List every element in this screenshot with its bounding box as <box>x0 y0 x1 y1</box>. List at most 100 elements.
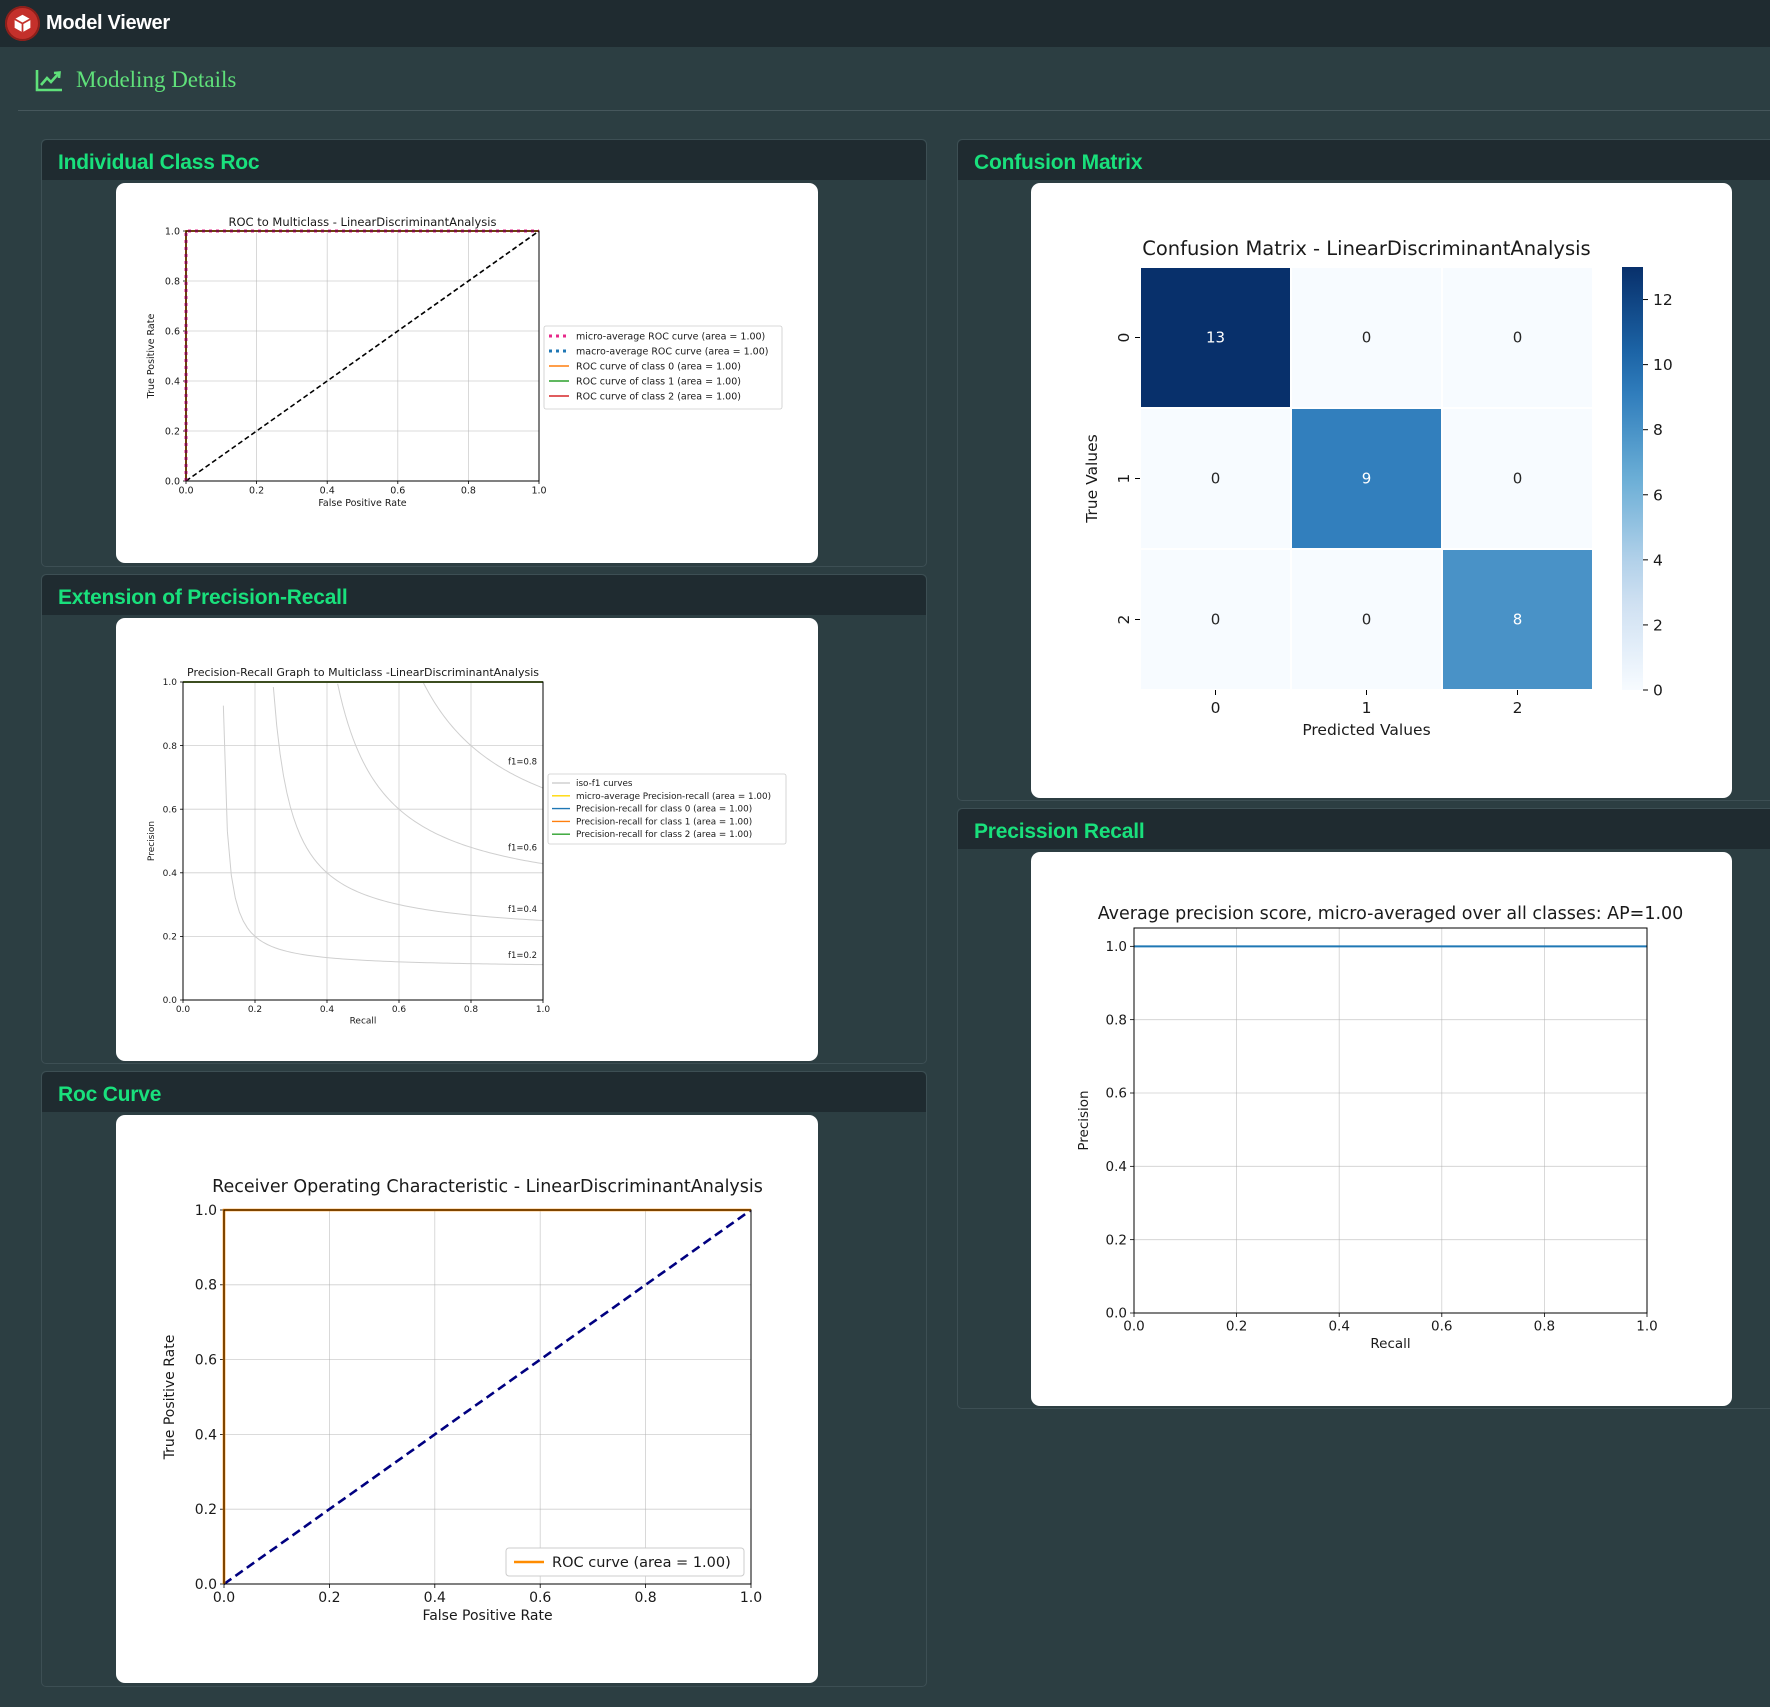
y-tick-label: 0.6 <box>165 326 180 337</box>
page-title: Modeling Details <box>76 67 237 92</box>
panel-header: Roc Curve <box>42 1072 926 1112</box>
y-tick-label: 0.8 <box>163 742 178 752</box>
y-tick-label: 0.2 <box>1106 1232 1127 1248</box>
colorbar-tick-label: 10 <box>1653 356 1673 374</box>
x-tick-label: 0.0 <box>178 486 193 497</box>
panel-title: Precission Recall <box>974 820 1145 843</box>
panel-title: Individual Class Roc <box>58 151 260 174</box>
app-title: Model Viewer <box>46 12 170 34</box>
chart-title: ROC to Multiclass - LinearDiscriminantAn… <box>229 215 497 229</box>
panel-header: Individual Class Roc <box>42 140 926 180</box>
x-tick-label: 0.2 <box>248 1005 262 1015</box>
panel-title: Roc Curve <box>58 1083 162 1106</box>
chart-card: 0.0 0.2 0.4 0.6 0.8 1.0 0.0 0.2 0.4 0.6 0.8 1.0 Rece… <box>116 1115 818 1683</box>
y-tick-label: 0.8 <box>195 1278 217 1294</box>
panel-precision-recall: Precission Recall 0.0 0.2 0.4 0.6 0.8 1.0 0.0 0… <box>957 808 1770 1409</box>
x-tick-label: 0.6 <box>529 1590 551 1606</box>
legend-label: micro-average ROC curve (area = 1.00) <box>576 332 765 343</box>
x-tick-label: 2 <box>1513 699 1523 717</box>
x-tick-label: 0.6 <box>1431 1319 1452 1335</box>
panel-title: Extension of Precision-Recall <box>58 586 348 609</box>
panel-roc-curve: Roc Curve 0.0 0.2 0.4 0.6 0.8 1.0 0.0 0.2 0.4 0.6… <box>41 1071 927 1687</box>
legend-label: Precision-recall for class 2 (area = 1.0… <box>576 830 752 840</box>
panel-confusion-matrix: Confusion Matrix Confusion Matrix - Line… <box>957 139 1770 801</box>
x-tick-label: 0.8 <box>1534 1319 1555 1335</box>
colorbar-tick-label: 0 <box>1653 682 1663 700</box>
x-tick-label: 0.4 <box>1328 1319 1349 1335</box>
app-header: Model Viewer <box>0 0 1770 47</box>
roc-curve-chart: 0.0 0.2 0.4 0.6 0.8 1.00.00.20.40.60.81.0Rece… <box>162 1177 763 1624</box>
cube-icon[interactable] <box>5 6 40 41</box>
iso-f1-label: f1=0.8 <box>508 758 537 768</box>
panel-header: Extension of Precision-Recall <box>42 575 926 615</box>
cell-value: 9 <box>1362 470 1372 488</box>
y-tick-label: 1.0 <box>163 678 178 688</box>
y-axis-label: Precision <box>1076 1090 1092 1150</box>
y-axis-label: Precision <box>147 821 157 861</box>
cell-value: 13 <box>1206 329 1225 347</box>
y-tick-label: 1 <box>1115 474 1133 484</box>
x-tick-label: 0.8 <box>464 1005 479 1015</box>
y-tick-label: 0.4 <box>1106 1159 1127 1175</box>
y-tick-label: 0.2 <box>195 1502 217 1518</box>
y-axis-label: True Values <box>1083 434 1101 524</box>
y-tick-label: 0.0 <box>195 1577 217 1593</box>
roc-multiclass-chart: 0.0 0.2 0.4 0.6 0.8 1.0 0.0 0.2 0.4 0.6 0.8 1.0 ROC … <box>146 215 783 509</box>
y-axis-label: True Positive Rate <box>146 314 157 400</box>
plot-frame <box>182 681 544 1001</box>
x-axis-label: False Positive Rate <box>318 498 406 509</box>
panel-individual-class-roc: Individual Class Roc 0.0 0.2 0.4 0.6 0.8 1.0 0… <box>41 139 927 567</box>
iso-f1-curve <box>272 686 544 921</box>
precision-recall-multiclass-chart: 0.0 0.2 0.4 0.6 0.8 1.0 0.0 0.2 0.4 0.6 0.8 1.0 Prec… <box>147 666 787 1027</box>
line-chart-icon <box>35 70 62 92</box>
chart-title: Receiver Operating Characteristic - Line… <box>212 1177 763 1197</box>
colorbar-tick-label: 4 <box>1653 551 1663 569</box>
panel-title: Confusion Matrix <box>974 151 1143 174</box>
x-tick-label: 0.4 <box>320 1005 335 1015</box>
x-tick-label: 1.0 <box>531 486 546 497</box>
y-tick-label: 0 <box>1115 333 1133 343</box>
x-tick-label: 0.4 <box>320 486 335 497</box>
colorbar-tick-label: 12 <box>1653 291 1673 309</box>
legend-label: ROC curve of class 2 (area = 1.00) <box>576 392 741 403</box>
confusion-matrix-chart: Confusion Matrix - LinearDiscriminantAna… <box>1083 237 1673 739</box>
iso-f1-label: f1=0.6 <box>508 844 537 854</box>
cell-value: 0 <box>1211 611 1221 629</box>
iso-f1-label: f1=0.4 <box>508 905 537 915</box>
panel-pr-extension: Extension of Precision-Recall 0.0 0.2 0.4 0… <box>41 574 927 1064</box>
x-tick-label: 0.6 <box>392 1005 407 1015</box>
y-tick-label: 0.6 <box>163 805 178 815</box>
y-tick-label: 0.4 <box>165 376 180 387</box>
chance-line <box>223 1208 752 1586</box>
page-header: Modeling Details <box>18 48 1770 111</box>
chance-line <box>185 230 540 482</box>
legend-label: macro-average ROC curve (area = 1.00) <box>576 347 768 358</box>
x-tick-label: 1.0 <box>1636 1319 1657 1335</box>
x-axis-label: Recall <box>350 1017 377 1027</box>
panel-header: Precission Recall <box>958 809 1770 849</box>
x-tick-label: 0.2 <box>318 1590 340 1606</box>
y-tick-label: 0.2 <box>165 426 180 437</box>
y-tick-label: 0.6 <box>195 1353 217 1369</box>
y-tick-label: 1.0 <box>165 226 180 237</box>
panel-header: Confusion Matrix <box>958 140 1770 180</box>
legend-label: Precision-recall for class 1 (area = 1.0… <box>576 817 752 827</box>
chart-card: 0.0 0.2 0.4 0.6 0.8 1.0 0.0 0.2 0.4 0.6 0.8 1.0 ROC … <box>116 183 818 563</box>
y-tick-label: 0.0 <box>1106 1306 1127 1322</box>
x-tick-label: 0.8 <box>634 1590 656 1606</box>
y-tick-label: 0.4 <box>195 1427 217 1443</box>
x-tick-label: 0.6 <box>390 486 405 497</box>
y-tick-label: 1.0 <box>195 1203 217 1219</box>
x-tick-label: 1 <box>1362 699 1372 717</box>
chart-title: Average precision score, micro-averaged … <box>1098 904 1684 924</box>
y-tick-label: 0.0 <box>165 476 180 487</box>
x-tick-label: 0 <box>1211 699 1221 717</box>
x-axis-label: False Positive Rate <box>422 1608 552 1624</box>
x-tick-label: 0.4 <box>424 1590 446 1606</box>
chart-card: Confusion Matrix - LinearDiscriminantAna… <box>1031 183 1732 798</box>
legend-label: ROC curve of class 0 (area = 1.00) <box>576 362 741 373</box>
x-tick-label: 0.2 <box>1226 1319 1247 1335</box>
legend-label: ROC curve of class 1 (area = 1.00) <box>576 377 741 388</box>
cell-value: 0 <box>1362 611 1372 629</box>
chart-title: Confusion Matrix - LinearDiscriminantAna… <box>1142 237 1590 260</box>
